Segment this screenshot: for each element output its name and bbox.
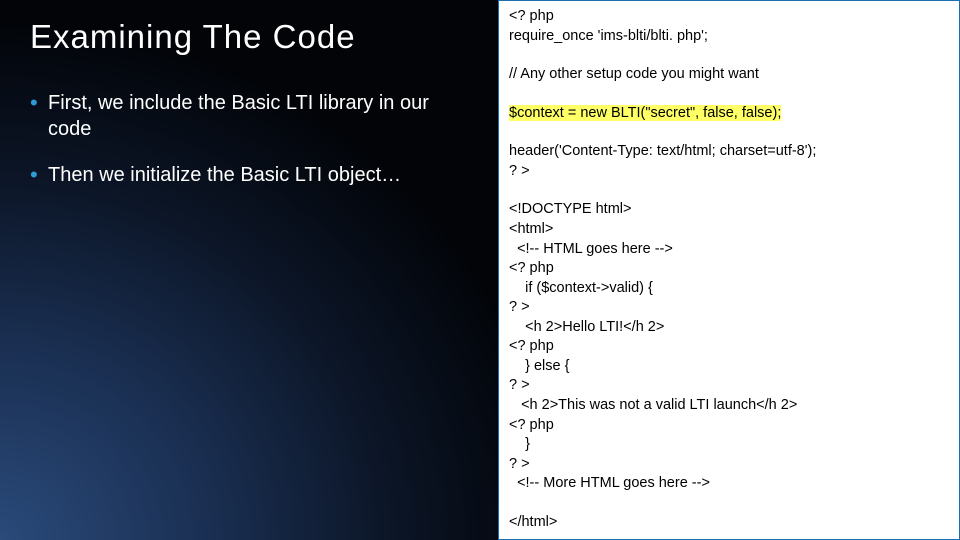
code-line: if ($context->valid) {: [509, 279, 949, 299]
left-panel: Examining The Code First, we include the…: [0, 0, 498, 540]
code-line: <h 2>Hello LTI!</h 2>: [509, 318, 949, 338]
code-line: }: [509, 435, 949, 455]
code-line: } else {: [509, 357, 949, 377]
bullet-item: Then we initialize the Basic LTI object…: [30, 162, 476, 188]
code-line: <!-- More HTML goes here -->: [509, 474, 949, 494]
code-line: <? php: [509, 337, 949, 357]
code-line: <!DOCTYPE html>: [509, 200, 949, 220]
bullet-item: First, we include the Basic LTI library …: [30, 90, 476, 142]
code-line: // Any other setup code you might want: [509, 65, 949, 85]
bullet-list: First, we include the Basic LTI library …: [30, 90, 476, 188]
code-blank-line: [509, 181, 949, 200]
code-line: <? php: [509, 416, 949, 436]
code-line: ? >: [509, 162, 949, 182]
code-line: ? >: [509, 298, 949, 318]
code-panel: <? phprequire_once 'ims-blti/blti. php';…: [498, 0, 960, 540]
code-line: </html>: [509, 513, 949, 533]
code-blank-line: [509, 85, 949, 104]
code-line: ? >: [509, 455, 949, 475]
code-line: <!-- HTML goes here -->: [509, 240, 949, 260]
code-line: ? >: [509, 376, 949, 396]
code-line: header('Content-Type: text/html; charset…: [509, 142, 949, 162]
code-blank-line: [509, 494, 949, 513]
code-line: <? php: [509, 259, 949, 279]
slide-title: Examining The Code: [30, 18, 476, 56]
code-line: <h 2>This was not a valid LTI launch</h …: [509, 396, 949, 416]
code-line: require_once 'ims-blti/blti. php';: [509, 27, 949, 47]
code-blank-line: [509, 123, 949, 142]
code-blank-line: [509, 46, 949, 65]
code-line: <html>: [509, 220, 949, 240]
code-line-highlighted: $context = new BLTI("secret", false, fal…: [509, 104, 949, 124]
code-line: <? php: [509, 7, 949, 27]
